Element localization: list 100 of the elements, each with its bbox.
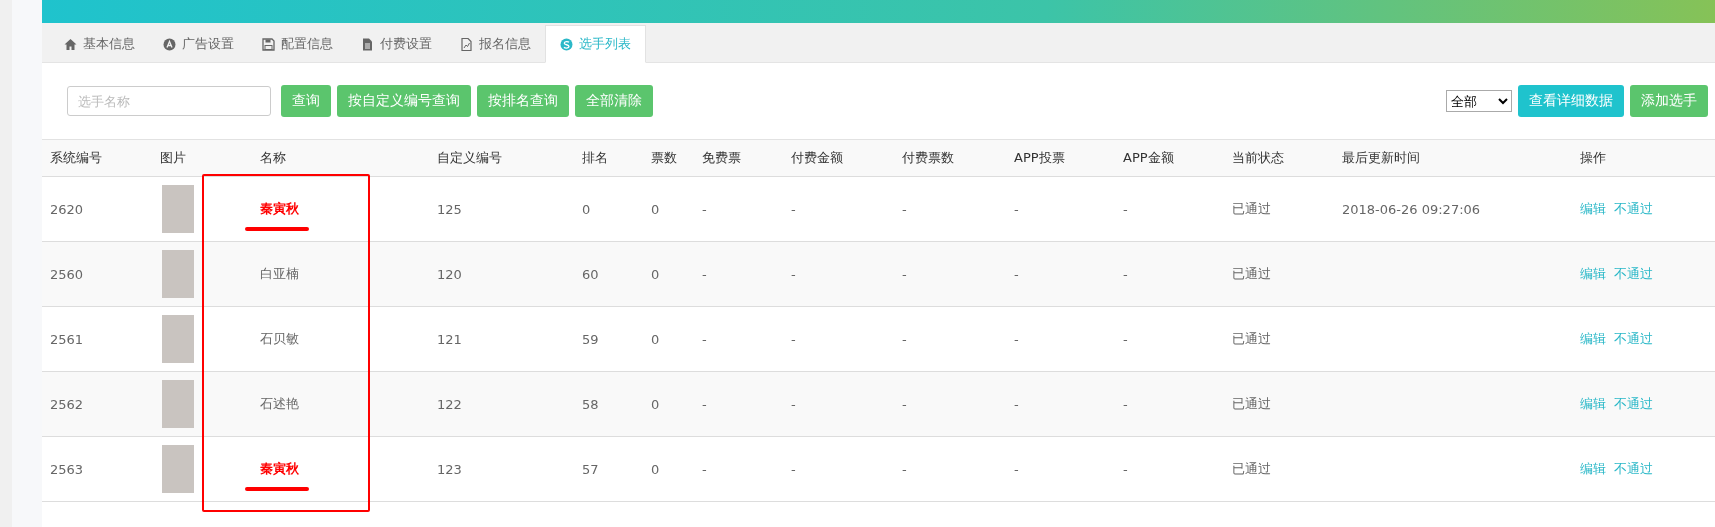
table-cell: 59 bbox=[574, 306, 643, 372]
table-cell: - bbox=[1006, 306, 1115, 372]
underline-mark bbox=[245, 227, 309, 231]
table-cell: 2018-06-26 09:27:06 bbox=[1334, 176, 1572, 242]
tab[interactable]: 报名信息 bbox=[446, 25, 545, 63]
table-cell: 125 bbox=[429, 176, 574, 242]
column-header: 当前状态 bbox=[1224, 140, 1334, 177]
table-cell: - bbox=[894, 241, 1006, 307]
table-cell: - bbox=[694, 176, 783, 242]
column-header: APP金额 bbox=[1115, 140, 1224, 177]
table-cell: - bbox=[783, 436, 894, 502]
table-cell: 0 bbox=[643, 241, 694, 307]
column-header: 最后更新时间 bbox=[1334, 140, 1572, 177]
photo-placeholder bbox=[162, 315, 194, 363]
query-button[interactable]: 按排名查询 bbox=[477, 85, 569, 117]
query-button[interactable]: 全部清除 bbox=[575, 85, 653, 117]
table-cell: 0 bbox=[643, 306, 694, 372]
action-link[interactable]: 不通过 bbox=[1614, 396, 1653, 411]
table-cell: - bbox=[894, 371, 1006, 437]
table-cell: 123 bbox=[429, 436, 574, 502]
action-link[interactable]: 不通过 bbox=[1614, 331, 1653, 346]
table-cell: 120 bbox=[429, 241, 574, 307]
column-header: 排名 bbox=[574, 140, 643, 177]
photo-placeholder bbox=[162, 185, 194, 233]
chart-document-icon bbox=[460, 37, 473, 51]
table-cell: 0 bbox=[574, 176, 643, 242]
search-field[interactable]: 选手名称 bbox=[67, 86, 271, 116]
table-cell: - bbox=[1115, 436, 1224, 502]
contestant-name: 石贝敏 bbox=[260, 331, 299, 346]
underline-mark bbox=[245, 487, 309, 491]
table-cell: 2563 bbox=[42, 436, 152, 502]
document-icon bbox=[361, 37, 374, 51]
table-cell: - bbox=[694, 371, 783, 437]
column-header: 票数 bbox=[643, 140, 694, 177]
contestant-name: 秦寅秋 bbox=[260, 201, 299, 216]
table-cell: 已通过 bbox=[1224, 241, 1334, 307]
table-cell: 121 bbox=[429, 306, 574, 372]
action-link[interactable]: 编辑 bbox=[1580, 461, 1606, 476]
contestant-name: 白亚楠 bbox=[260, 266, 299, 281]
table-cell: 已通过 bbox=[1224, 176, 1334, 242]
action-link[interactable]: 不通过 bbox=[1614, 201, 1653, 216]
table-cell: - bbox=[1006, 371, 1115, 437]
table-cell: - bbox=[894, 306, 1006, 372]
table-cell: 已通过 bbox=[1224, 371, 1334, 437]
column-header: 名称 bbox=[252, 140, 429, 177]
query-button[interactable]: 查询 bbox=[281, 85, 331, 117]
table-cell: - bbox=[1115, 176, 1224, 242]
table-cell: 0 bbox=[643, 176, 694, 242]
table-cell: - bbox=[783, 371, 894, 437]
query-button[interactable]: 按自定义编号查询 bbox=[337, 85, 471, 117]
column-header: 图片 bbox=[152, 140, 252, 177]
tab[interactable]: 广告设置 bbox=[149, 25, 248, 63]
column-header: 付费票数 bbox=[894, 140, 1006, 177]
contestant-name: 石述艳 bbox=[260, 396, 299, 411]
action-link[interactable]: 不通过 bbox=[1614, 461, 1653, 476]
table-cell: - bbox=[894, 176, 1006, 242]
column-header: 系统编号 bbox=[42, 140, 152, 177]
action-link[interactable]: 编辑 bbox=[1580, 266, 1606, 281]
action-button[interactable]: 添加选手 bbox=[1630, 85, 1708, 117]
circle-letter-icon bbox=[163, 37, 176, 51]
table-cell: - bbox=[1006, 241, 1115, 307]
column-header: 免费票 bbox=[694, 140, 783, 177]
table-cell: - bbox=[694, 306, 783, 372]
table-cell: 60 bbox=[574, 241, 643, 307]
tab[interactable]: 付费设置 bbox=[347, 25, 446, 63]
photo-placeholder bbox=[162, 445, 194, 493]
action-link[interactable]: 编辑 bbox=[1580, 201, 1606, 216]
table-cell: 2561 bbox=[42, 306, 152, 372]
status-dropdown[interactable]: 全部 bbox=[1446, 90, 1512, 112]
action-link[interactable]: 编辑 bbox=[1580, 331, 1606, 346]
table-cell: 2560 bbox=[42, 241, 152, 307]
table-cell: - bbox=[694, 436, 783, 502]
column-header: APP投票 bbox=[1006, 140, 1115, 177]
table-cell: - bbox=[1006, 176, 1115, 242]
table-cell: 已通过 bbox=[1224, 306, 1334, 372]
tab[interactable]: 配置信息 bbox=[248, 25, 347, 63]
table-cell: - bbox=[783, 176, 894, 242]
contestant-name: 秦寅秋 bbox=[260, 461, 299, 476]
table-cell: 已通过 bbox=[1224, 436, 1334, 502]
tab[interactable]: 选手列表 bbox=[545, 25, 646, 63]
table-cell: - bbox=[783, 241, 894, 307]
action-link[interactable]: 编辑 bbox=[1580, 396, 1606, 411]
column-header: 自定义编号 bbox=[429, 140, 574, 177]
table-cell: 2620 bbox=[42, 176, 152, 242]
column-header: 付费金额 bbox=[783, 140, 894, 177]
table-cell: 0 bbox=[643, 371, 694, 437]
action-link[interactable]: 不通过 bbox=[1614, 266, 1653, 281]
home-icon bbox=[64, 37, 77, 51]
table-cell: 58 bbox=[574, 371, 643, 437]
table-cell: - bbox=[1115, 371, 1224, 437]
table-cell: - bbox=[1006, 436, 1115, 502]
table-cell: - bbox=[1115, 241, 1224, 307]
photo-placeholder bbox=[162, 380, 194, 428]
action-button[interactable]: 查看详细数据 bbox=[1518, 85, 1624, 117]
table-cell: 2562 bbox=[42, 371, 152, 437]
table-cell: 122 bbox=[429, 371, 574, 437]
table-cell: - bbox=[1115, 306, 1224, 372]
tab[interactable]: 基本信息 bbox=[50, 25, 149, 63]
table-cell: - bbox=[894, 436, 1006, 502]
photo-placeholder bbox=[162, 250, 194, 298]
